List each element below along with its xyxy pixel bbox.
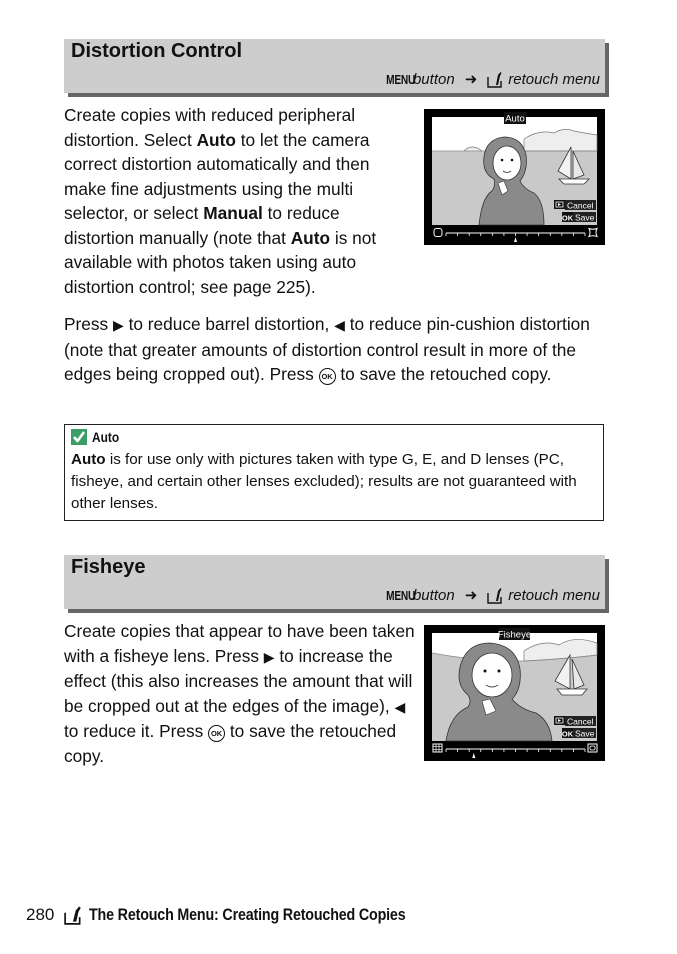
pincushion-icon <box>587 227 599 238</box>
page-number: 280 <box>26 905 55 924</box>
text: Press <box>64 314 113 334</box>
camera-screen-fisheye: Fisheye Cancel OK Save <box>424 625 605 761</box>
ok-button-icon: OK <box>318 368 336 385</box>
screen-mode-label: Auto <box>505 114 525 125</box>
text: to reduce barrel distortion, <box>123 314 335 334</box>
note-title-text: Auto <box>92 429 120 445</box>
cancel-label: Cancel <box>567 717 594 727</box>
menu-button-label: MENU <box>386 587 415 603</box>
portrait-illustration: Auto Cancel OK Save <box>432 112 599 242</box>
grid-frame <box>432 743 443 753</box>
distortion-instructions-paragraph: Press ▶ to reduce barrel distortion, ◀ t… <box>64 312 609 387</box>
grid-bulge <box>589 745 596 751</box>
section-header-fisheye: Fisheye MENU button ➜ retouch menu <box>64 555 605 609</box>
option-manual: Manual <box>203 203 263 223</box>
section-title: Distortion Control <box>71 40 243 62</box>
option-auto: Auto <box>71 451 106 468</box>
ok-key-label: OK <box>562 214 574 223</box>
distortion-intro-paragraph: Create copies with reduced peripheral di… <box>64 103 414 299</box>
retouch-menu-icon <box>487 587 502 604</box>
slider-marker <box>514 237 517 242</box>
menu-path: MENU button ➜ retouch menu <box>378 70 600 89</box>
retouch-menu-icon <box>487 71 502 88</box>
save-label: Save <box>575 213 595 223</box>
multi-selector-right-icon: ▶ <box>112 317 124 333</box>
grid-fisheye-icon <box>587 743 598 753</box>
ok-button-icon: OK <box>208 725 226 742</box>
fisheye-paragraph: Create copies that appear to have been t… <box>64 619 416 768</box>
slider-marker <box>472 753 476 758</box>
menu-word: button <box>412 70 455 88</box>
multi-selector-left-icon: ◀ <box>394 698 406 715</box>
retouch-menu-label: retouch menu <box>508 586 600 604</box>
option-auto: Auto <box>196 129 236 150</box>
barrel-icon <box>433 228 443 237</box>
section-header-distortion-control: Distortion Control MENU button ➜ retouch… <box>64 39 605 93</box>
retouch-menu-icon <box>64 906 82 925</box>
text: to save the retouched copy. <box>335 364 552 384</box>
menu-button-label: MENU <box>386 71 415 87</box>
save-label: Save <box>575 729 595 739</box>
adjustment-slider <box>432 743 598 758</box>
option-auto: Auto <box>290 227 331 248</box>
menu-word: button <box>412 586 455 604</box>
check-icon <box>71 429 87 445</box>
adjustment-slider <box>433 227 599 242</box>
grid-frame <box>587 743 598 753</box>
multi-selector-left-icon: ◀ <box>334 317 345 333</box>
note-box-auto: Auto Auto is for use only with pictures … <box>64 424 604 521</box>
arrow-right-icon: ➜ <box>464 71 478 88</box>
ok-key-label: OK <box>562 730 574 739</box>
grid-flat-icon <box>432 743 443 753</box>
section-title: Fisheye <box>71 556 146 578</box>
note-title: Auto <box>71 429 124 445</box>
arrow-right-icon: ➜ <box>464 587 478 604</box>
camera-screen-distortion: Auto Cancel OK Save <box>424 109 605 245</box>
text: is for use only with pictures taken with… <box>71 451 577 512</box>
grid-lines <box>433 744 442 752</box>
retouch-menu-label: retouch menu <box>508 70 600 88</box>
cancel-label: Cancel <box>567 201 594 211</box>
chapter-title: The Retouch Menu: Creating Retouched Cop… <box>89 905 406 924</box>
menu-path: MENU button ➜ retouch menu <box>378 586 600 605</box>
page-footer: 280 The Retouch Menu: Creating Retouched… <box>26 905 466 925</box>
text: to reduce it. Press <box>64 721 209 741</box>
multi-selector-right-icon: ▶ <box>263 648 275 665</box>
screen-mode-label: Fisheye <box>498 630 531 641</box>
portrait-illustration: Fisheye Cancel OK Save <box>431 628 598 758</box>
note-text: Auto is for use only with pictures taken… <box>71 449 596 515</box>
